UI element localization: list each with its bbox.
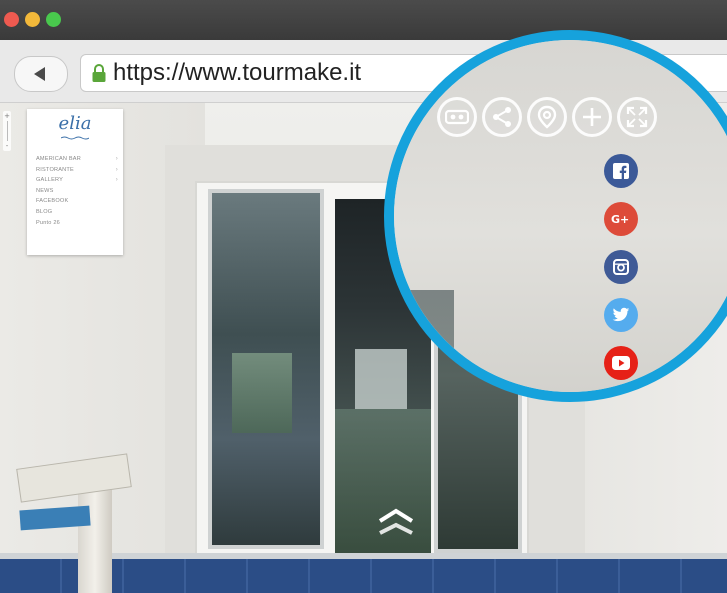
tour-menu-list: AMERICAN BAR › RISTORANTE › GALLERY › NEWS … (36, 154, 120, 228)
glass-door-left (208, 189, 324, 549)
magnifier-callout: G+ (384, 30, 727, 402)
menu-item-label: AMERICAN BAR (36, 156, 81, 162)
vr-headset-icon (445, 109, 469, 125)
chevron-right-icon: › (115, 177, 118, 184)
zoom-in-control[interactable]: + (3, 111, 11, 121)
location-button[interactable] (527, 97, 567, 137)
menu-item-news[interactable]: NEWS (36, 186, 120, 197)
zoom-out-control[interactable]: - (3, 141, 11, 151)
menu-item-label: GALLERY (36, 177, 64, 184)
plus-icon (583, 108, 601, 126)
magnifier-window-detail (394, 290, 454, 392)
sign-post (78, 483, 112, 593)
tour-menu: elia AMERICAN BAR › RISTORANTE › GALLERY › … (27, 109, 123, 255)
facebook-button[interactable] (604, 154, 638, 188)
menu-item-label: RISTORANTE (36, 166, 74, 173)
instagram-button[interactable] (604, 250, 638, 284)
back-arrow-icon (34, 67, 45, 81)
menu-item-facebook[interactable]: FACEBOOK (36, 196, 120, 207)
share-button[interactable] (482, 97, 522, 137)
url-text: https://www.tourmake.it (113, 59, 362, 86)
menu-item-ristorante[interactable]: RISTORANTE › (36, 165, 120, 176)
location-pin-icon (537, 105, 557, 129)
close-window-button[interactable] (4, 12, 19, 27)
elia-logo[interactable]: elia (27, 113, 123, 134)
menu-item-label: BLOG (36, 208, 53, 215)
zoom-track (6, 121, 8, 141)
chevron-right-icon: › (115, 156, 118, 162)
minimize-window-button[interactable] (25, 12, 40, 27)
back-button[interactable] (14, 56, 68, 92)
logo-wave-icon (61, 136, 89, 140)
menu-item-label: FACEBOOK (36, 198, 69, 205)
screenshot-frame: https://www.tourmake.it + - elia AMERICA… (0, 0, 727, 593)
google-plus-icon: G+ (611, 213, 629, 226)
menu-item-american-bar[interactable]: AMERICAN BAR › (36, 154, 120, 165)
svg-text:G+: G+ (611, 213, 629, 226)
chevron-right-icon: › (115, 166, 118, 173)
menu-item-label: NEWS (36, 187, 54, 194)
lock-icon (92, 64, 106, 82)
vr-button[interactable] (437, 97, 477, 137)
fullscreen-button[interactable] (617, 97, 657, 137)
google-plus-button[interactable]: G+ (604, 202, 638, 236)
fullscreen-icon (626, 106, 648, 128)
window-titlebar (0, 0, 727, 40)
menu-item-blog[interactable]: BLOG (36, 207, 120, 218)
zoom-control[interactable]: + - (3, 111, 11, 151)
share-icon (493, 107, 511, 127)
twitter-icon (612, 307, 630, 322)
menu-item-gallery[interactable]: GALLERY › (36, 175, 120, 186)
navigation-arrow-icon[interactable] (370, 503, 422, 543)
menu-item-punto-26[interactable]: Punto 26 (36, 218, 120, 229)
facebook-icon (613, 163, 629, 179)
youtube-button[interactable] (604, 346, 638, 380)
twitter-button[interactable] (604, 298, 638, 332)
add-button[interactable] (572, 97, 612, 137)
tour-toolbar (437, 97, 657, 143)
youtube-icon (612, 356, 630, 370)
menu-item-label: Punto 26 (36, 219, 60, 226)
instagram-icon (613, 259, 629, 275)
zoom-window-button[interactable] (46, 12, 61, 27)
